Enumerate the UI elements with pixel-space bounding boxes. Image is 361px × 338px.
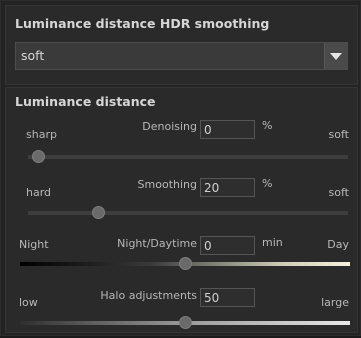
night-daytime-slider-thumb[interactable]: [179, 257, 192, 270]
halo-adjustments-row: low Halo adjustments 50 large: [6, 282, 357, 338]
hdr-smoothing-title: Luminance distance HDR smoothing: [15, 16, 270, 31]
denoising-min-label: sharp: [26, 128, 57, 141]
denoising-unit: %: [262, 119, 273, 132]
night-daytime-input[interactable]: 0: [200, 236, 255, 255]
smoothing-label: Smoothing: [137, 178, 197, 191]
denoising-input[interactable]: 0: [200, 120, 255, 139]
denoising-label: Denoising: [142, 120, 197, 133]
smoothing-unit: %: [262, 177, 273, 190]
denoising-slider-track[interactable]: [28, 155, 348, 159]
night-daytime-label: Night/Daytime: [117, 237, 197, 250]
denoising-row: sharp Denoising 0 % soft: [6, 113, 357, 169]
luminance-distance-title: Luminance distance: [15, 94, 156, 109]
denoising-max-label: soft: [328, 128, 349, 141]
chevron-down-icon[interactable]: [324, 43, 347, 69]
halo-slider-thumb[interactable]: [179, 316, 192, 329]
smoothing-max-label: soft: [328, 186, 349, 199]
night-daytime-row: Night Night/Daytime 0 min Day: [6, 230, 357, 286]
denoising-slider-thumb[interactable]: [31, 150, 45, 163]
smoothing-min-label: hard: [26, 186, 52, 199]
smoothing-slider-track[interactable]: [28, 211, 348, 215]
halo-adjustments-input[interactable]: 50: [200, 288, 255, 307]
night-daytime-unit: min: [262, 236, 283, 249]
halo-min-label: low: [19, 296, 38, 309]
night-label: Night: [19, 238, 49, 251]
hdr-smoothing-section: Luminance distance HDR smoothing soft: [5, 5, 358, 85]
hdr-smoothing-dropdown[interactable]: soft: [15, 42, 348, 70]
day-label: Day: [327, 238, 349, 251]
halo-adjustments-label: Halo adjustments: [100, 289, 197, 302]
settings-panel: Luminance distance HDR smoothing soft Lu…: [0, 0, 361, 336]
smoothing-input[interactable]: 20: [200, 178, 255, 197]
smoothing-row: hard Smoothing 20 % soft: [6, 171, 357, 227]
smoothing-slider-thumb[interactable]: [92, 206, 106, 219]
dropdown-selected-value: soft: [21, 48, 45, 63]
luminance-distance-section: Luminance distance sharp Denoising 0 % s…: [5, 87, 358, 333]
halo-max-label: large: [321, 296, 349, 309]
